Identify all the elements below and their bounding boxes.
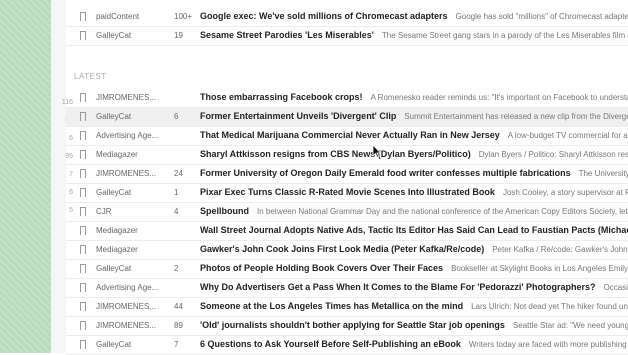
article-row[interactable]: JIMROMENES... Those embarrassing Faceboo… bbox=[66, 89, 628, 108]
article-source: GalleyCat bbox=[96, 112, 132, 121]
article-snippet: Lars Ulrich: Not dead yet The hiker foun… bbox=[471, 302, 628, 311]
article-snippet: The Sesame Street gang stars in a parody… bbox=[381, 31, 628, 40]
bookmark-icon[interactable] bbox=[80, 226, 86, 237]
bookmark-icon[interactable] bbox=[80, 283, 86, 294]
article-row[interactable]: GalleyCat 6 Former Entertainment Unveils… bbox=[66, 108, 628, 127]
article-snippet: The University of Or bbox=[578, 169, 628, 178]
bookmark-icon[interactable] bbox=[80, 207, 86, 218]
article-count: 19 bbox=[174, 31, 183, 40]
article-row[interactable]: GalleyCat 1 Pixar Exec Turns Classic R-R… bbox=[66, 184, 628, 203]
article-source: JIMROMENES... bbox=[96, 302, 157, 311]
bookmark-icon[interactable] bbox=[80, 321, 86, 332]
article-title[interactable]: Former Entertainment Unveils 'Divergent'… bbox=[200, 111, 628, 121]
article-row[interactable]: Mediagazer Sharyl Attkisson resigns from… bbox=[66, 146, 628, 165]
article-source: GalleyCat bbox=[96, 340, 132, 349]
bookmark-icon[interactable] bbox=[80, 340, 86, 351]
article-count: 44 bbox=[174, 302, 183, 311]
article-source: JIMROMENES... bbox=[96, 93, 157, 102]
article-row[interactable]: GalleyCat 19 Sesame Street Parodies 'Les… bbox=[66, 27, 628, 46]
bookmark-icon[interactable] bbox=[80, 245, 86, 256]
unread-counts-column: 116 54 6 95 7 6 5 bbox=[51, 0, 73, 353]
bookmark-icon[interactable] bbox=[80, 112, 86, 123]
article-title[interactable]: Sharyl Attkisson resigns from CBS News (… bbox=[200, 149, 628, 159]
latest-section-heading: LATEST bbox=[74, 72, 107, 81]
article-source: GalleyCat bbox=[96, 188, 132, 197]
bookmark-icon[interactable] bbox=[80, 12, 86, 23]
article-title[interactable]: Someone at the Los Angeles Times has Met… bbox=[200, 301, 628, 311]
article-snippet: A low-budget TV commercial for a medi bbox=[507, 131, 628, 140]
article-title[interactable]: Why Do Advertisers Get a Pass When It Co… bbox=[200, 282, 628, 292]
article-count: 1 bbox=[174, 188, 179, 197]
article-title[interactable]: That Medical Marijuana Commercial Never … bbox=[200, 130, 628, 140]
article-source: Mediagazer bbox=[96, 245, 138, 254]
article-snippet: Summit Entertainment has released a new … bbox=[404, 112, 628, 121]
bookmark-icon[interactable] bbox=[80, 264, 86, 275]
article-title[interactable]: Wall Street Journal Adopts Native Ads, T… bbox=[200, 225, 628, 235]
article-row[interactable]: JIMROMENES... 24 Former University of Or… bbox=[66, 165, 628, 184]
article-snippet: Google has sold "millions" of Chromecast… bbox=[455, 12, 628, 21]
article-count: 89 bbox=[174, 321, 183, 330]
article-title[interactable]: Sesame Street Parodies 'Les Miserables' T… bbox=[200, 30, 628, 40]
mouse-cursor-icon bbox=[372, 144, 382, 158]
article-snippet: Josh Cooley, a story supervisor at Pixar… bbox=[502, 188, 628, 197]
article-source: JIMROMENES... bbox=[96, 169, 157, 178]
article-source: JIMROMENES... bbox=[96, 321, 157, 330]
article-row[interactable]: JIMROMENES... 44 Someone at the Los Ange… bbox=[66, 298, 628, 317]
article-row[interactable]: Mediagazer Wall Street Journal Adopts Na… bbox=[66, 222, 628, 241]
article-snippet: Bookseller at Skylight Books in Los Ange… bbox=[451, 264, 628, 273]
bookmark-icon[interactable] bbox=[80, 31, 86, 42]
article-title[interactable]: Those embarrassing Facebook crops! A Rome… bbox=[200, 92, 628, 102]
bookmark-icon[interactable] bbox=[80, 169, 86, 180]
article-title[interactable]: Gawker's John Cook Joins First Look Medi… bbox=[200, 244, 628, 254]
article-count: 6 bbox=[174, 112, 179, 121]
article-row[interactable]: paidContent 100+ Google exec: We've sold… bbox=[66, 8, 628, 27]
article-title[interactable]: 'Old' journalists shouldn't bother apply… bbox=[200, 320, 628, 330]
article-snippet: A Romenesko reader reminds us: "It's imp… bbox=[370, 93, 628, 102]
article-title[interactable]: Pixar Exec Turns Classic R-Rated Movie S… bbox=[200, 187, 628, 197]
article-title[interactable]: Photos of People Holding Book Covers Ove… bbox=[200, 263, 628, 273]
article-row[interactable]: Advertising Age... That Medical Marijuan… bbox=[66, 127, 628, 146]
article-row[interactable]: CJR 4 Spellbound In between National Gram… bbox=[66, 203, 628, 222]
bookmark-icon[interactable] bbox=[80, 188, 86, 199]
article-row[interactable]: Mediagazer Gawker's John Cook Joins Firs… bbox=[66, 241, 628, 260]
article-snippet: Occasionally bbox=[603, 283, 628, 292]
article-snippet: In between National Grammar Day and the … bbox=[257, 207, 628, 216]
article-count: 24 bbox=[174, 169, 183, 178]
article-feed: paidContent 100+ Google exec: We've sold… bbox=[66, 0, 628, 355]
article-source: GalleyCat bbox=[96, 31, 132, 40]
article-count: 2 bbox=[174, 264, 179, 273]
article-snippet: Peter Kafka / Re/code: Gawker's John Coo… bbox=[492, 245, 628, 254]
article-source: Mediagazer bbox=[96, 226, 138, 235]
article-count: 4 bbox=[174, 207, 179, 216]
article-source: GalleyCat bbox=[96, 264, 132, 273]
article-title[interactable]: 6 Questions to Ask Yourself Before Self-… bbox=[200, 339, 628, 349]
article-source: Advertising Age... bbox=[96, 131, 159, 140]
article-source: Advertising Age... bbox=[96, 283, 159, 292]
article-source: Mediagazer bbox=[96, 150, 138, 159]
article-source: CJR bbox=[96, 207, 112, 216]
article-count: 100+ bbox=[174, 12, 193, 21]
article-title[interactable]: Former University of Oregon Daily Emeral… bbox=[200, 168, 628, 178]
article-row[interactable]: GalleyCat 7 6 Questions to Ask Yourself … bbox=[66, 336, 628, 355]
article-title[interactable]: Spellbound In between National Grammar Da… bbox=[200, 206, 628, 216]
bookmark-icon[interactable] bbox=[80, 93, 86, 104]
article-title[interactable]: Google exec: We've sold millions of Chro… bbox=[200, 11, 628, 21]
article-row[interactable]: Advertising Age... Why Do Advertisers Ge… bbox=[66, 279, 628, 298]
article-snippet: Writers today are faced with more publis… bbox=[468, 340, 628, 349]
article-source: paidContent bbox=[96, 12, 140, 21]
bookmark-icon[interactable] bbox=[80, 150, 86, 161]
article-count: 7 bbox=[174, 340, 179, 349]
article-row[interactable]: JIMROMENES... 89 'Old' journalists shoul… bbox=[66, 317, 628, 336]
article-snippet: Dylan Byers / Politico: Sharyl Attkisson… bbox=[478, 150, 628, 159]
bookmark-icon[interactable] bbox=[80, 131, 86, 142]
article-row[interactable]: GalleyCat 2 Photos of People Holding Boo… bbox=[66, 260, 628, 279]
bookmark-icon[interactable] bbox=[80, 302, 86, 313]
article-snippet: Seattle Star ad: "We need young, enth bbox=[512, 321, 628, 330]
